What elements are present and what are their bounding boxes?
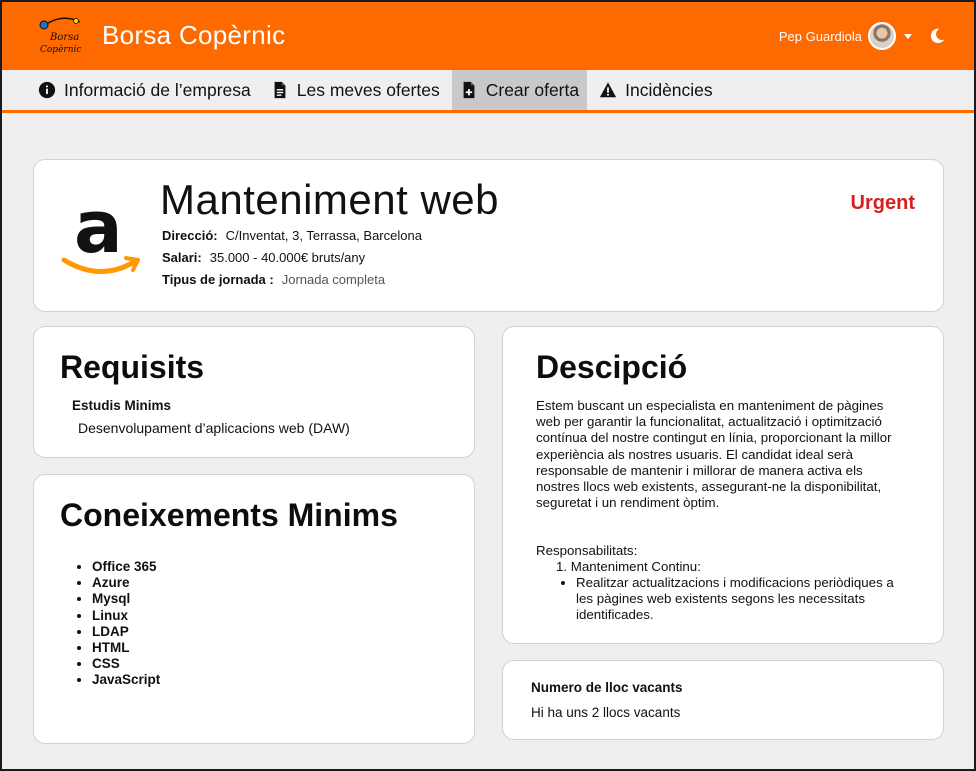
address-field: Direcció: C/Inventat, 3, Terrassa, Barcel…	[162, 228, 422, 243]
list-item: Realitzar actualitzacions i modificacion…	[576, 575, 896, 624]
user-avatar[interactable]	[868, 22, 896, 50]
salary-field: Salari: 35.000 - 40.000€ bruts/any	[162, 250, 365, 265]
app-logo[interactable]: Borsa Copèrnic	[36, 16, 86, 56]
svg-text:Copèrnic: Copèrnic	[40, 44, 81, 55]
requirements-subtitle: Estudis Minims	[72, 398, 172, 413]
field-value: 35.000 - 40.000€ bruts/any	[209, 250, 366, 265]
section-title: Descipció	[536, 349, 688, 385]
vacancies-title: Numero de lloc vacants	[531, 680, 683, 695]
info-icon	[38, 81, 56, 99]
nav-item-my-offers[interactable]: Les meves ofertes	[263, 70, 448, 110]
nav-label: Informació de l’empresa	[64, 79, 251, 100]
app-title: Borsa Copèrnic	[102, 20, 286, 50]
list-item: Linux	[92, 608, 160, 624]
description-card: Descipció Estem buscant un especialista …	[502, 326, 944, 644]
job-title: Manteniment web	[160, 176, 500, 223]
field-label: Tipus de jornada :	[162, 272, 274, 287]
urgency-badge: Urgent	[850, 192, 915, 214]
field-value: Jornada completa	[281, 272, 386, 287]
nav-item-incidents[interactable]: Incidències	[591, 70, 721, 110]
section-title: Requisits	[60, 349, 205, 385]
list-item: LDAP	[92, 624, 160, 640]
amazon-logo: a	[61, 190, 140, 274]
field-value: C/Inventat, 3, Terrassa, Barcelona	[225, 228, 422, 243]
knowledge-card: Coneixements Minims Office 365 Azure Mys…	[33, 474, 475, 744]
responsibility-sublist: Realitzar actualitzacions i modificacion…	[576, 575, 896, 624]
document-add-icon	[463, 81, 475, 99]
list-item: Azure	[92, 575, 160, 591]
document-icon	[274, 81, 286, 99]
list-item: Office 365	[92, 559, 160, 575]
nav-item-company-info[interactable]: Informació de l’empresa	[30, 70, 259, 110]
description-text: Estem buscant un especialista en manteni…	[536, 398, 892, 511]
knowledge-list: Office 365 Azure Mysql Linux LDAP HTML C…	[92, 559, 160, 689]
vacancies-card: Numero de lloc vacants Hi ha uns 2 llocs…	[502, 660, 944, 740]
responsibilities-label: Responsabilitats:	[536, 543, 638, 558]
vacancies-text: Hi ha uns 2 llocs vacants	[531, 705, 681, 720]
list-item: CSS	[92, 656, 160, 672]
field-label: Salari:	[162, 250, 202, 265]
requirements-card: Requisits Estudis Minims Desenvolupament…	[33, 326, 475, 458]
schedule-field: Tipus de jornada : Jornada completa	[162, 272, 385, 287]
top-bar: Borsa Copèrnic Borsa Copèrnic Pep Guardi…	[2, 2, 974, 70]
list-item: JavaScript	[92, 672, 160, 688]
nav-label: Incidències	[625, 79, 713, 100]
job-summary-card: a Manteniment web Urgent Direcció: C/Inve…	[33, 159, 944, 312]
moon-icon[interactable]	[928, 27, 946, 45]
nav-label: Crear oferta	[485, 79, 580, 100]
section-title: Coneixements Minims	[60, 497, 398, 533]
nav-item-create-offer[interactable]: Crear oferta	[451, 70, 588, 110]
main-nav: Informació de l’empresa Les meves oferte…	[2, 70, 974, 113]
nav-label: Les meves ofertes	[296, 79, 440, 100]
responsibility-title: Manteniment Continu:	[570, 559, 701, 574]
user-menu[interactable]: Pep Guardiola	[779, 20, 946, 52]
responsibility-item: 1. Manteniment Continu:	[556, 559, 701, 574]
list-item: HTML	[92, 640, 160, 656]
chevron-down-icon[interactable]	[904, 33, 912, 39]
field-label: Direcció:	[162, 228, 218, 243]
warning-icon	[600, 82, 617, 98]
svg-text:Borsa: Borsa	[49, 32, 79, 43]
user-name[interactable]: Pep Guardiola	[779, 29, 862, 44]
requirements-value: Desenvolupament d’aplicacions web (DAW)	[78, 420, 350, 436]
list-item: Mysql	[92, 591, 160, 607]
svg-text:a: a	[74, 190, 123, 269]
